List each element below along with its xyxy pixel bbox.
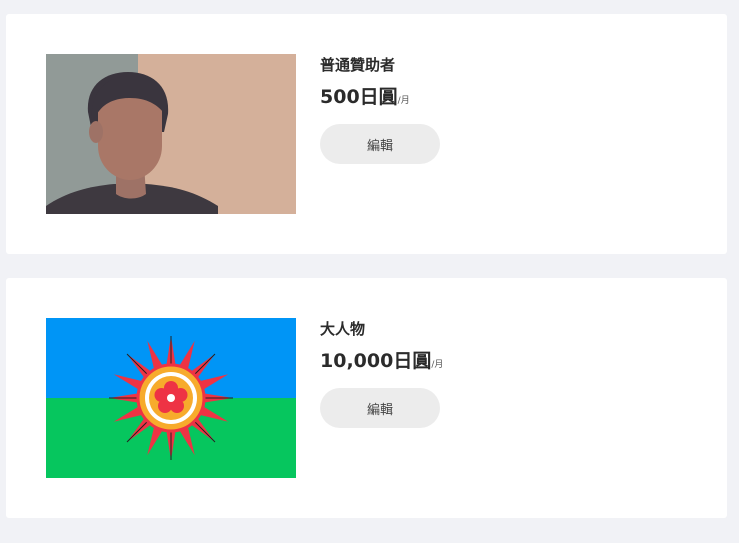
edit-button[interactable]: 編輯 bbox=[320, 124, 440, 164]
tier-image-flag bbox=[46, 318, 296, 478]
tier-name: 普通贊助者 bbox=[320, 56, 396, 74]
tier-image-avatar bbox=[46, 54, 296, 214]
tier-period: /月 bbox=[431, 360, 444, 370]
tier-price: 500日圓 bbox=[320, 86, 398, 108]
tier-card: 大人物 10,000日圓/月 編輯 bbox=[6, 278, 727, 518]
tier-list: 普通贊助者 500日圓/月 編輯 大人物 10,000日圓/月 編輯 bbox=[0, 0, 739, 543]
tier-price-row: 500日圓/月 bbox=[320, 85, 440, 113]
tier-price-row: 10,000日圓/月 bbox=[320, 349, 443, 377]
tier-name: 大人物 bbox=[320, 320, 366, 338]
tier-period: /月 bbox=[397, 96, 410, 106]
avatar-portrait-image bbox=[46, 54, 296, 214]
tier-info: 普通贊助者 500日圓/月 編輯 bbox=[320, 55, 440, 164]
tier-price: 10,000日圓 bbox=[320, 350, 432, 372]
tier-card: 普通贊助者 500日圓/月 編輯 bbox=[6, 14, 727, 254]
romani-flag-image bbox=[46, 318, 296, 478]
edit-button[interactable]: 編輯 bbox=[320, 388, 440, 428]
tier-info: 大人物 10,000日圓/月 編輯 bbox=[320, 319, 443, 428]
